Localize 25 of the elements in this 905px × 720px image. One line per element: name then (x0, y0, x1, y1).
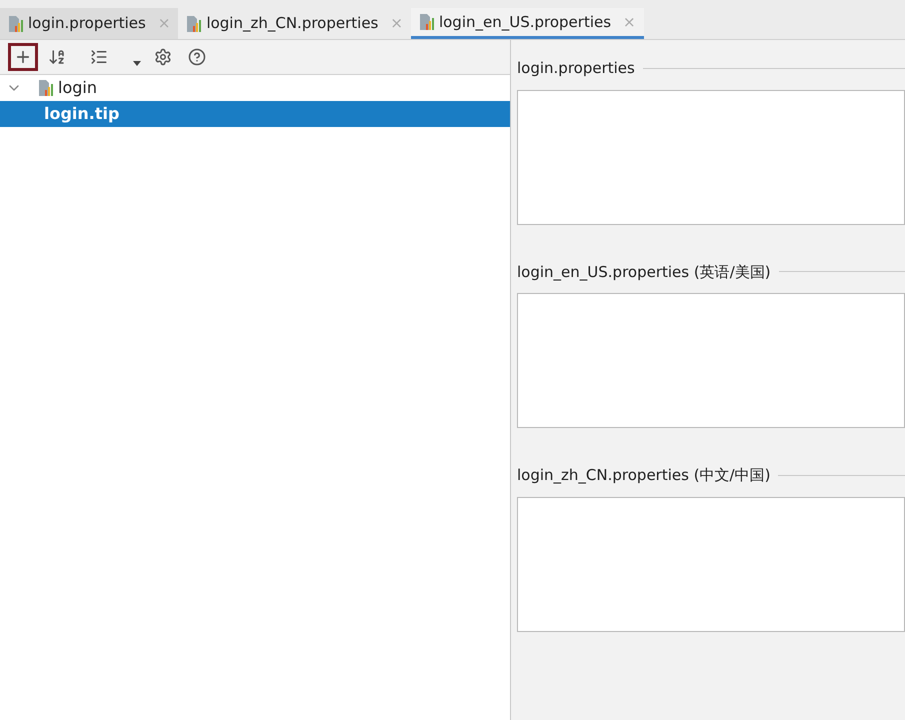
value-field[interactable] (517, 496, 905, 632)
locale-title: login_zh_CN.properties (中文/中国) (517, 465, 770, 486)
help-icon (188, 48, 206, 66)
editor-tab[interactable]: login_zh_CN.properties × (178, 8, 411, 39)
group-icon (90, 48, 108, 66)
settings-icon (154, 48, 172, 66)
dropdown-caret-icon (133, 60, 141, 66)
tab-label: login.properties (28, 13, 146, 34)
properties-file-icon (38, 79, 54, 97)
properties-file-icon (8, 14, 24, 32)
value-field[interactable] (517, 90, 905, 224)
sort-alphabetically-icon (48, 48, 66, 66)
locale-title: login_en_US.properties (英语/美国) (517, 262, 771, 282)
tree-item[interactable]: login (0, 75, 510, 101)
tab-label: login_zh_CN.properties (206, 13, 378, 34)
locale-title: login.properties (517, 58, 635, 79)
tree-item[interactable]: login.tip (0, 101, 510, 127)
editor-tab[interactable]: login.properties × (0, 8, 178, 39)
editor-tab[interactable]: login_en_US.properties × (410, 8, 644, 39)
properties-file-icon (186, 14, 202, 32)
tab-label: login_en_US.properties (438, 12, 612, 33)
value-field[interactable] (517, 293, 905, 428)
properties-file-icon (418, 13, 435, 31)
toolbar-button[interactable] (8, 43, 38, 71)
add-icon (14, 48, 32, 66)
